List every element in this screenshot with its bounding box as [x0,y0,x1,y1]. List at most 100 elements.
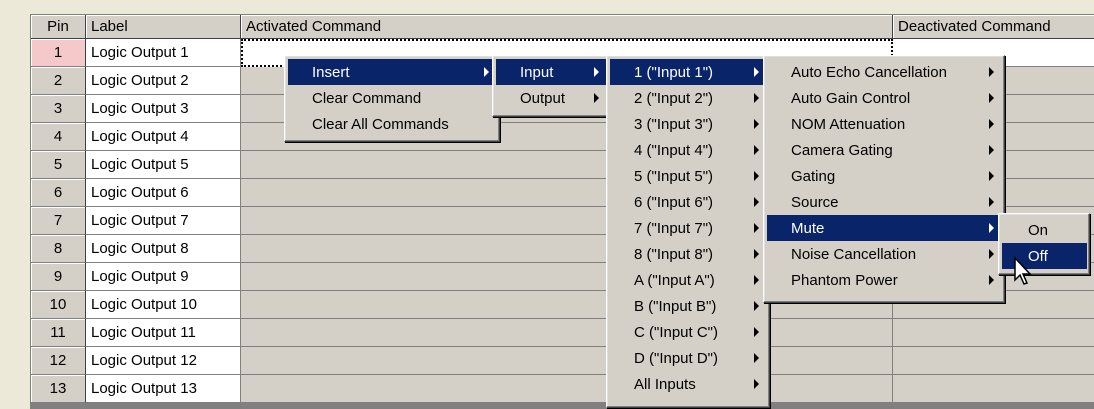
header-label[interactable]: Label [86,15,241,39]
input-submenu-item[interactable]: 1 ("Input 1") [610,59,767,85]
menu-item-label: 5 ("Input 5") [634,167,714,185]
pin-cell[interactable]: 5 [31,151,86,179]
submenu-arrow-icon [754,301,759,311]
label-cell[interactable]: Logic Output 4 [86,123,241,151]
input-submenu-item[interactable]: 6 ("Input 6") [610,189,767,215]
grid-row[interactable]: 12 Logic Output 12 [31,347,1094,375]
menu-item-clear-all-commands[interactable]: Clear All Commands [288,111,497,137]
submenu-arrow-icon [484,67,489,77]
pin-cell[interactable]: 1 [31,39,86,67]
label-cell[interactable]: Logic Output 8 [86,235,241,263]
deactivated-command-cell[interactable] [893,319,1094,347]
input1-submenu-item[interactable]: Gating [767,163,1002,189]
mute-submenu: On Off [998,213,1090,275]
pin-cell[interactable]: 3 [31,95,86,123]
input1-submenu-item[interactable]: Source [767,189,1002,215]
input1-submenu-item[interactable]: Mute [767,215,1002,241]
menu-item-label: A ("Input A") [634,271,715,289]
pin-cell[interactable]: 6 [31,179,86,207]
input1-submenu-item[interactable]: Camera Gating [767,137,1002,163]
input-submenu-item[interactable]: D ("Input D") [610,345,767,371]
label-cell[interactable]: Logic Output 9 [86,263,241,291]
pin-cell[interactable]: 9 [31,263,86,291]
submenu-arrow-icon [754,119,759,129]
label-cell[interactable]: Logic Output 3 [86,95,241,123]
input-submenu-item[interactable]: 8 ("Input 8") [610,241,767,267]
pin-cell[interactable]: 8 [31,235,86,263]
label-cell[interactable]: Logic Output 11 [86,319,241,347]
input1-submenu: Auto Echo Cancellation Auto Gain Control N… [763,55,1005,303]
activated-command-cell[interactable] [241,347,893,375]
menu-item-label: C ("Input C") [634,323,719,341]
input1-submenu-item[interactable]: NOM Attenuation [767,111,1002,137]
menu-item-label: 1 ("Input 1") [634,63,714,81]
submenu-arrow-icon [989,249,994,259]
menu-item-label: Auto Gain Control [791,89,911,107]
submenu-arrow-icon [989,93,994,103]
deactivated-command-cell[interactable] [893,375,1094,403]
submenu-arrow-icon [989,197,994,207]
menu-item-label: All Inputs [634,375,696,393]
pin-cell[interactable]: 2 [31,67,86,95]
header-activated-command[interactable]: Activated Command [241,15,893,39]
grid-row[interactable]: 13 Logic Output 13 [31,375,1094,403]
input1-submenu-item[interactable]: Noise Cancellation [767,241,1002,267]
menu-item-insert[interactable]: Insert [288,59,497,85]
header-deactivated-command[interactable]: Deactivated Command [893,15,1094,39]
pin-cell[interactable]: 7 [31,207,86,235]
activated-command-cell[interactable] [241,375,893,403]
submenu-arrow-icon [754,327,759,337]
submenu-arrow-icon [754,93,759,103]
label-cell[interactable]: Logic Output 10 [86,291,241,319]
submenu-arrow-icon [754,67,759,77]
submenu-arrow-icon [754,223,759,233]
input-submenu: 1 ("Input 1") 2 ("Input 2") 3 ("Input 3") 4… [606,55,770,408]
input-submenu-item[interactable]: All Inputs [610,371,767,397]
pin-cell[interactable]: 10 [31,291,86,319]
pin-cell[interactable]: 4 [31,123,86,151]
menu-item-label: 2 ("Input 2") [634,89,714,107]
menu-item-label: 6 ("Input 6") [634,193,714,211]
menu-item-mute-on[interactable]: On [1002,217,1087,243]
submenu-arrow-icon [594,93,599,103]
deactivated-command-cell[interactable] [893,347,1094,375]
input-submenu-item[interactable]: 2 ("Input 2") [610,85,767,111]
menu-item-output[interactable]: Output [496,85,607,111]
menu-item-label: Input [520,63,554,81]
input-submenu-item[interactable]: B ("Input B") [610,293,767,319]
menu-item-label: On [1028,221,1049,239]
input1-submenu-item[interactable]: Auto Echo Cancellation [767,59,1002,85]
grid-row[interactable]: 11 Logic Output 11 [31,319,1094,347]
header-pin[interactable]: Pin [31,15,86,39]
input-submenu-item[interactable]: A ("Input A") [610,267,767,293]
insert-submenu: Input Output [492,55,610,117]
label-cell[interactable]: Logic Output 7 [86,207,241,235]
submenu-arrow-icon [754,197,759,207]
label-cell[interactable]: Logic Output 6 [86,179,241,207]
label-cell[interactable]: Logic Output 1 [86,39,241,67]
context-menu: Insert Clear Command Clear All Commands [284,55,500,142]
submenu-arrow-icon [754,379,759,389]
menu-item-label: Noise Cancellation [791,245,917,263]
pin-cell[interactable]: 12 [31,347,86,375]
label-cell[interactable]: Logic Output 13 [86,375,241,403]
label-cell[interactable]: Logic Output 12 [86,347,241,375]
menu-item-input[interactable]: Input [496,59,607,85]
label-cell[interactable]: Logic Output 2 [86,67,241,95]
input-submenu-item[interactable]: 3 ("Input 3") [610,111,767,137]
input-submenu-item[interactable]: 7 ("Input 7") [610,215,767,241]
menu-item-label: 8 ("Input 8") [634,245,714,263]
submenu-arrow-icon [989,145,994,155]
label-cell[interactable]: Logic Output 5 [86,151,241,179]
pin-cell[interactable]: 13 [31,375,86,403]
menu-item-clear-command[interactable]: Clear Command [288,85,497,111]
submenu-arrow-icon [754,275,759,285]
input-submenu-item[interactable]: C ("Input C") [610,319,767,345]
input1-submenu-item[interactable]: Auto Gain Control [767,85,1002,111]
input-submenu-item[interactable]: 4 ("Input 4") [610,137,767,163]
pin-cell[interactable]: 11 [31,319,86,347]
input-submenu-item[interactable]: 5 ("Input 5") [610,163,767,189]
activated-command-cell[interactable] [241,319,893,347]
input1-submenu-item[interactable]: Phantom Power [767,267,1002,293]
menu-item-label: Auto Echo Cancellation [791,63,947,81]
